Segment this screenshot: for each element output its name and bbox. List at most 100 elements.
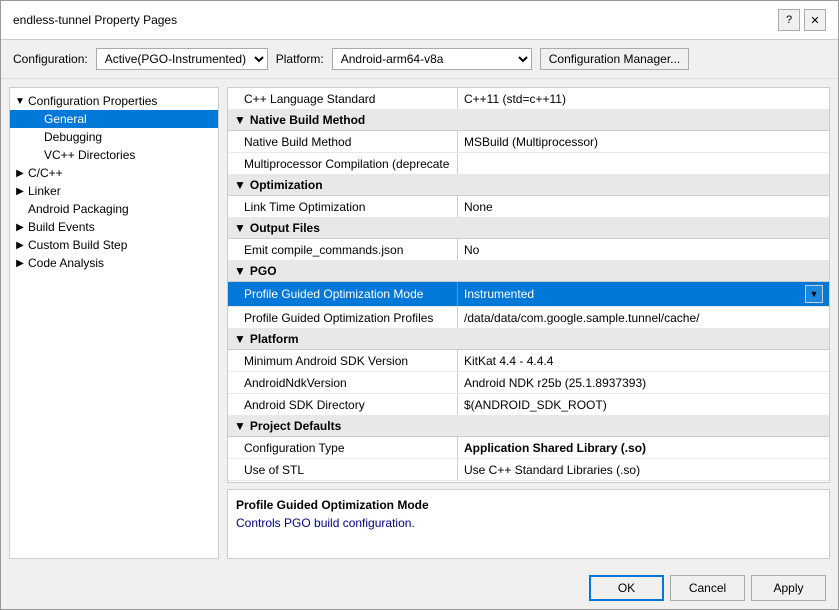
tree-item-code-analysis[interactable]: ▶ Code Analysis [10,254,218,272]
property-pages-dialog: endless-tunnel Property Pages ? ✕ Config… [0,0,839,610]
section-project-defaults[interactable]: ▼ Project Defaults [228,416,829,437]
tree-item-label: C/C++ [28,166,63,180]
help-button[interactable]: ? [778,9,800,31]
prop-row-pgo-profiles: Profile Guided Optimization Profiles /da… [228,307,829,329]
prop-row-emit-compile: Emit compile_commands.json No [228,239,829,261]
prop-row-cpp-lang: C++ Language Standard C++11 (std=c++11) [228,88,829,110]
tree-item-custom-build[interactable]: ▶ Custom Build Step [10,236,218,254]
prop-value: None [458,196,829,217]
prop-value: KitKat 4.4 - 4.4.4 [458,350,829,371]
prop-value: Application Shared Library (.so) [458,437,829,458]
section-pgo[interactable]: ▼ PGO [228,261,829,282]
config-manager-button[interactable]: Configuration Manager... [540,48,689,70]
tree-item-label: Debugging [44,130,102,144]
tree-item-android-packaging[interactable]: ▶ Android Packaging [10,200,218,218]
chevron-right-icon: ▶ [14,167,26,179]
prop-row-sdk-dir: Android SDK Directory $(ANDROID_SDK_ROOT… [228,394,829,416]
prop-name: Use of STL [228,459,458,480]
prop-row-config-type: Configuration Type Application Shared Li… [228,437,829,459]
prop-value: MSBuild (Multiprocessor) [458,131,829,152]
chevron-right-icon: ▶ [14,257,26,269]
tree-item-label: VC++ Directories [44,148,135,162]
description-title: Profile Guided Optimization Mode [236,498,821,512]
prop-row-min-sdk: Minimum Android SDK Version KitKat 4.4 -… [228,350,829,372]
prop-value: C++11 (std=c++11) [458,88,829,109]
prop-value: No [458,239,829,260]
tree-item-general[interactable]: ▶ General [10,110,218,128]
chevron-down-icon: ▼ [234,113,246,127]
prop-name: AndroidNdkVersion [228,372,458,393]
ok-button[interactable]: OK [589,575,664,601]
chevron-right-icon: ▶ [14,185,26,197]
title-bar-buttons: ? ✕ [778,9,826,31]
right-panel: C++ Language Standard C++11 (std=c++11) … [227,87,830,559]
description-text: Controls PGO build configuration. [236,516,821,530]
chevron-down-icon: ▼ [234,332,246,346]
dialog-title: endless-tunnel Property Pages [13,13,177,27]
chevron-down-icon: ▼ [234,264,246,278]
chevron-down-icon: ▼ [234,419,246,433]
section-label: Output Files [250,221,320,235]
tree-item-label: General [44,112,87,126]
chevron-down-icon: ▼ [234,221,246,235]
prop-row-pgo-mode[interactable]: Profile Guided Optimization Mode Instrum… [228,282,829,307]
prop-name: Emit compile_commands.json [228,239,458,260]
section-label: Native Build Method [250,113,365,127]
section-output-files[interactable]: ▼ Output Files [228,218,829,239]
prop-name: Configuration Type [228,437,458,458]
tree-item-label: Linker [28,184,61,198]
description-panel: Profile Guided Optimization Mode Control… [227,489,830,559]
prop-row-lto: Link Time Optimization None [228,196,829,218]
tree-item-label: Android Packaging [28,202,129,216]
pgo-dropdown-button[interactable]: ▼ [805,285,823,303]
prop-name: Multiprocessor Compilation (deprecate [228,153,458,174]
main-content: ▼ Configuration Properties ▶ General ▶ D… [1,79,838,567]
close-button[interactable]: ✕ [804,9,826,31]
platform-select[interactable]: Android-arm64-v8a [332,48,532,70]
prop-name: Profile Guided Optimization Profiles [228,307,458,328]
button-bar: OK Cancel Apply [1,567,838,609]
prop-value [458,153,829,174]
chevron-right-icon: ▶ [14,239,26,251]
section-platform[interactable]: ▼ Platform [228,329,829,350]
prop-value: Android NDK r25b (25.1.8937393) [458,372,829,393]
prop-row-multiprocessor: Multiprocessor Compilation (deprecate [228,153,829,175]
chevron-right-icon: ▶ [14,221,26,233]
section-native-build[interactable]: ▼ Native Build Method [228,110,829,131]
tree-item-linker[interactable]: ▶ Linker [10,182,218,200]
prop-name: Minimum Android SDK Version [228,350,458,371]
prop-value: /data/data/com.google.sample.tunnel/cach… [458,307,829,328]
tree-item-label: Build Events [28,220,95,234]
prop-row-stl: Use of STL Use C++ Standard Libraries (.… [228,459,829,481]
section-label: PGO [250,264,277,278]
section-optimization[interactable]: ▼ Optimization [228,175,829,196]
config-bar: Configuration: Active(PGO-Instrumented) … [1,40,838,79]
apply-button[interactable]: Apply [751,575,826,601]
prop-value: $(ANDROID_SDK_ROOT) [458,394,829,415]
config-label: Configuration: [13,52,88,66]
tree-item-label: Code Analysis [28,256,104,270]
chevron-down-icon: ▼ [234,178,246,192]
section-label: Optimization [250,178,323,192]
tree-item-vc-dirs[interactable]: ▶ VC++ Directories [10,146,218,164]
tree-item-config-props[interactable]: ▼ Configuration Properties [10,92,218,110]
tree-item-cpp[interactable]: ▶ C/C++ [10,164,218,182]
section-label: Platform [250,332,299,346]
prop-name: C++ Language Standard [228,88,458,109]
tree-item-debugging[interactable]: ▶ Debugging [10,128,218,146]
prop-name: Link Time Optimization [228,196,458,217]
title-bar: endless-tunnel Property Pages ? ✕ [1,1,838,40]
configuration-select[interactable]: Active(PGO-Instrumented) [96,48,268,70]
cancel-button[interactable]: Cancel [670,575,745,601]
prop-value: Use C++ Standard Libraries (.so) [458,459,829,480]
prop-value: Instrumented ▼ [458,282,829,306]
tree-item-label: Configuration Properties [28,94,157,108]
tree-panel: ▼ Configuration Properties ▶ General ▶ D… [9,87,219,559]
tree-item-label: Custom Build Step [28,238,127,252]
section-label: Project Defaults [250,419,341,433]
prop-name: Profile Guided Optimization Mode [228,282,458,306]
platform-label: Platform: [276,52,324,66]
tree-item-build-events[interactable]: ▶ Build Events [10,218,218,236]
chevron-down-icon: ▼ [14,95,26,107]
prop-row-native-method: Native Build Method MSBuild (Multiproces… [228,131,829,153]
